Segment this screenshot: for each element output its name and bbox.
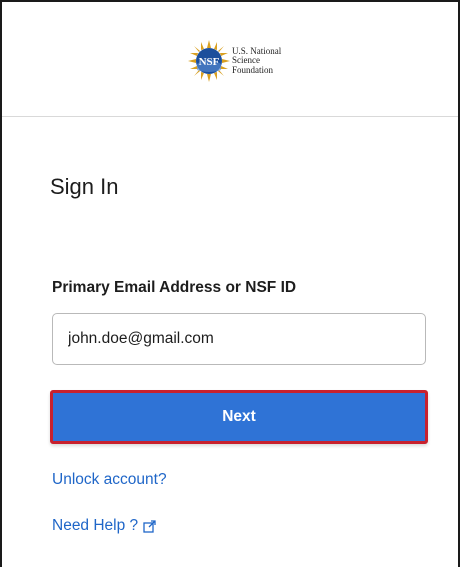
external-link-icon: [143, 519, 156, 533]
need-help-label: Need Help ?: [52, 517, 139, 534]
sign-in-panel: NSF U.S. National Science Foundation Sig…: [0, 0, 460, 567]
email-input[interactable]: [52, 313, 426, 365]
next-button[interactable]: Next: [50, 390, 428, 444]
unlock-account-label: Unlock account?: [52, 471, 167, 488]
nsf-logo: NSF U.S. National Science Foundation: [188, 40, 281, 82]
logo-line-3: Foundation: [232, 64, 274, 75]
email-label: Primary Email Address or NSF ID: [52, 279, 297, 296]
logo-wordmark: U.S. National Science Foundation: [232, 46, 281, 76]
unlock-account-link[interactable]: Unlock account?: [52, 471, 167, 489]
need-help-link[interactable]: Need Help ?: [52, 517, 156, 535]
page-title: Sign In: [50, 174, 119, 199]
nsf-seal-icon: NSF: [188, 40, 230, 82]
nsf-seal-text: NSF: [199, 56, 220, 68]
header: NSF U.S. National Science Foundation: [2, 2, 458, 117]
